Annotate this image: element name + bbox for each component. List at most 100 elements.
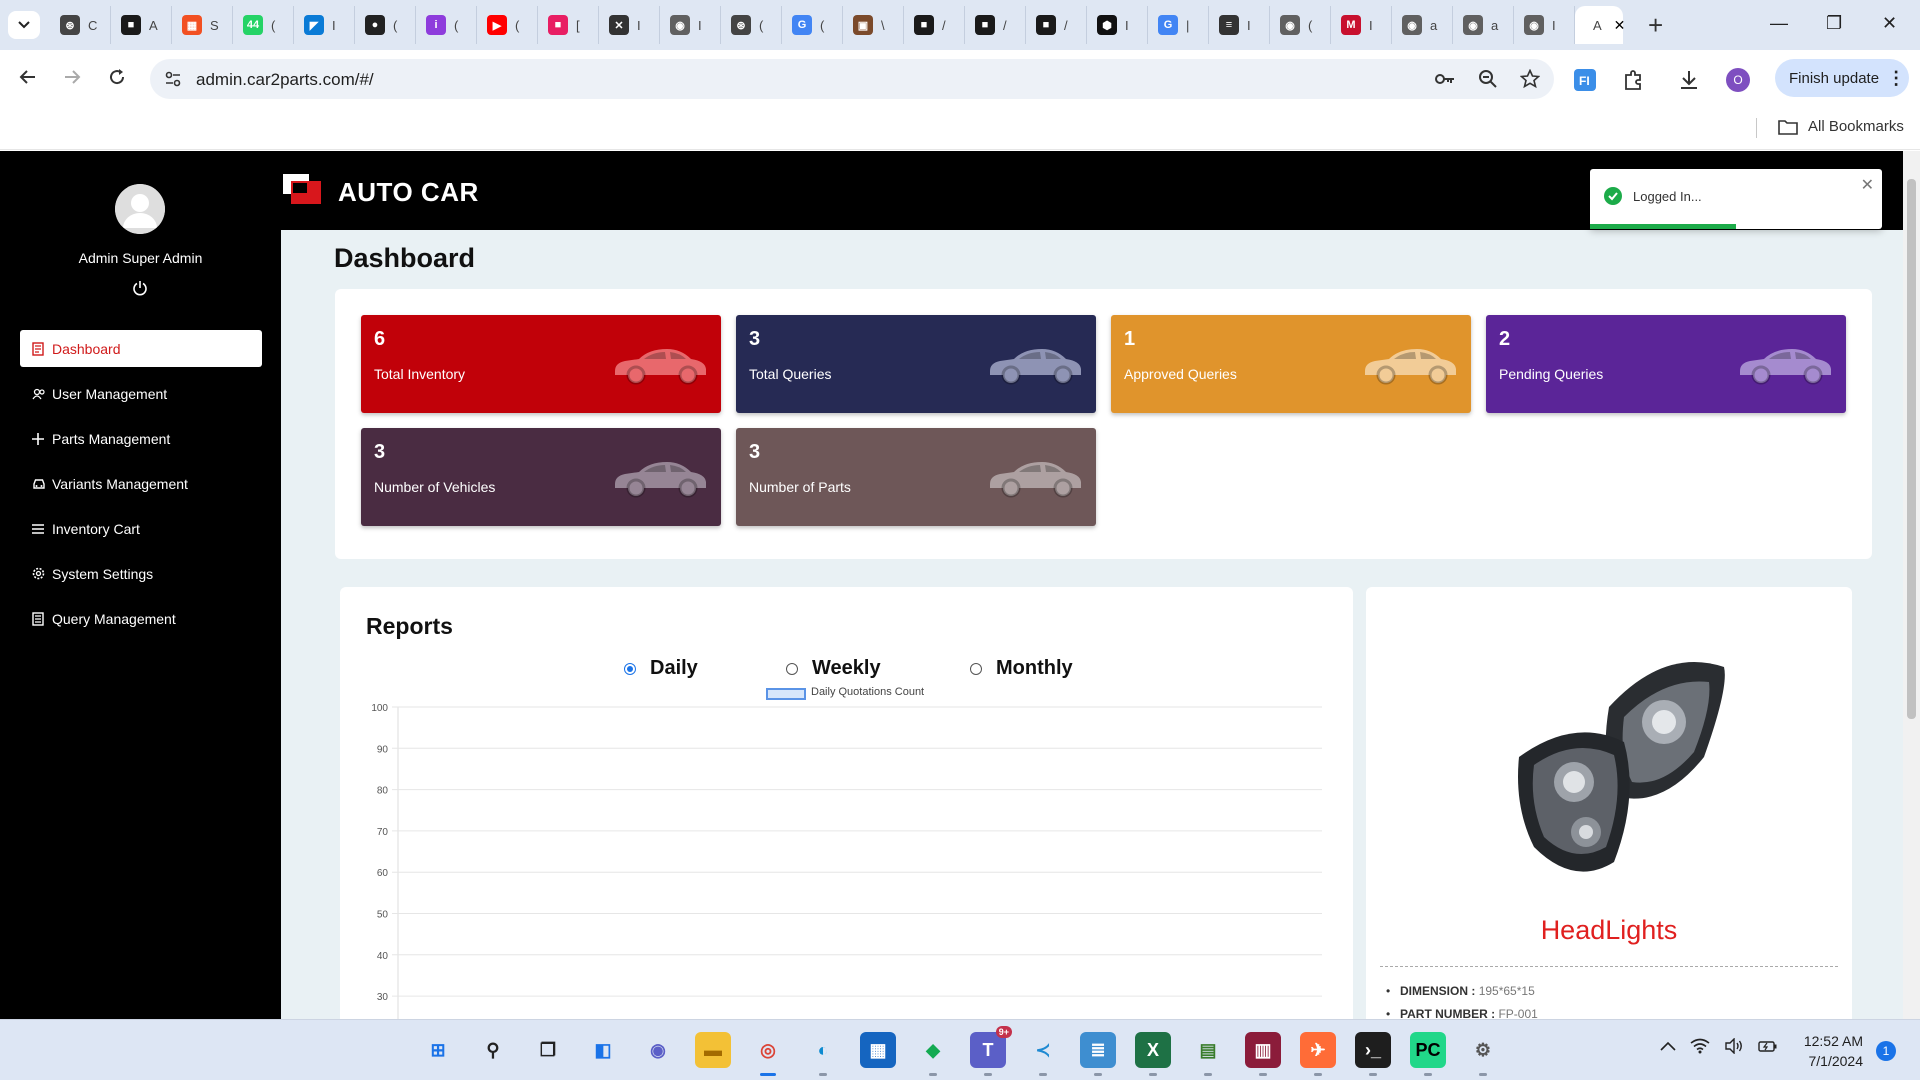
browser-tab[interactable]: G( bbox=[782, 6, 843, 44]
browser-tab[interactable]: ▶( bbox=[477, 6, 538, 44]
finish-update-button[interactable]: Finish update ⋮ bbox=[1775, 59, 1909, 97]
browser-tab[interactable]: ≡ I bbox=[1209, 6, 1270, 44]
stat-card-number-of-vehicles[interactable]: 3 Number of Vehicles bbox=[361, 428, 721, 526]
all-bookmarks-button[interactable]: All Bookmarks bbox=[1778, 118, 1904, 135]
new-tab-button[interactable]: + bbox=[1648, 12, 1663, 38]
omnibox[interactable]: admin.car2parts.com/#/ bbox=[150, 59, 1554, 99]
file-manager-icon[interactable]: ▤ bbox=[1190, 1032, 1226, 1076]
file-explorer-icon[interactable]: ▬ bbox=[695, 1032, 731, 1068]
app-glyph: ▦ bbox=[869, 1039, 887, 1060]
stat-card-total-queries[interactable]: 3 Total Queries bbox=[736, 315, 1096, 413]
stat-value: 3 bbox=[374, 441, 386, 463]
sidebar-item-query-management[interactable]: Query Management bbox=[20, 600, 262, 637]
browser-tab[interactable]: ⊛( bbox=[721, 6, 782, 44]
sidebar-item-system-settings[interactable]: System Settings bbox=[20, 555, 262, 592]
store-icon[interactable]: ▦ bbox=[860, 1032, 896, 1068]
browser-tab[interactable]: ■ / bbox=[1026, 6, 1087, 44]
notification-badge[interactable]: 1 bbox=[1876, 1041, 1896, 1061]
browser-tab[interactable]: ◉ I bbox=[1514, 6, 1575, 44]
volume-icon[interactable] bbox=[1724, 1038, 1744, 1054]
restore-button[interactable]: ❐ bbox=[1826, 13, 1842, 34]
task-view-icon[interactable]: ❐ bbox=[530, 1032, 566, 1068]
browser-tab[interactable]: ✕ I bbox=[599, 6, 660, 44]
sidebar-item-parts-management[interactable]: Parts Management bbox=[20, 420, 262, 457]
sidebar-item-dashboard[interactable]: Dashboard bbox=[20, 330, 262, 367]
browser-tab[interactable]: 44 ( bbox=[233, 6, 294, 44]
logo-icon bbox=[281, 173, 323, 205]
excel-icon[interactable]: X bbox=[1135, 1032, 1171, 1076]
whatsapp-favicon: 44 bbox=[243, 15, 263, 35]
browser-tab[interactable]: ▦ S bbox=[172, 6, 233, 44]
sidebar-item-user-management[interactable]: User Management bbox=[20, 375, 262, 412]
browser-tab[interactable]: ▣ \ bbox=[843, 6, 904, 44]
browser-tab[interactable]: G | bbox=[1148, 6, 1209, 44]
browser-tab[interactable]: ■ A bbox=[111, 6, 172, 44]
chevron-up-icon[interactable] bbox=[1660, 1041, 1676, 1051]
zoom-icon[interactable] bbox=[1478, 69, 1498, 89]
downloads-icon[interactable] bbox=[1678, 69, 1700, 91]
sidebar-item-inventory-cart[interactable]: Inventory Cart bbox=[20, 510, 262, 547]
browser-tab[interactable]: ◉ I bbox=[660, 6, 721, 44]
clock[interactable]: 12:52 AM 7/1/2024 bbox=[1797, 1031, 1863, 1071]
browser-tab[interactable]: ◉ a bbox=[1392, 6, 1453, 44]
mongodb-icon[interactable]: ◆ bbox=[915, 1032, 951, 1076]
extensions-puzzle-icon[interactable] bbox=[1622, 69, 1644, 91]
sidebar-item-variants-management[interactable]: Variants Management bbox=[20, 465, 262, 502]
browser-tab[interactable]: ■[ bbox=[538, 6, 599, 44]
stat-card-approved-queries[interactable]: 1 Approved Queries bbox=[1111, 315, 1471, 413]
browser-tab[interactable]: ■ / bbox=[904, 6, 965, 44]
browser-tab[interactable]: ■ / bbox=[965, 6, 1026, 44]
stat-card-number-of-parts[interactable]: 3 Number of Parts bbox=[736, 428, 1096, 526]
battery-icon[interactable] bbox=[1758, 1038, 1778, 1054]
stat-card-total-inventory[interactable]: 6 Total Inventory bbox=[361, 315, 721, 413]
winrar-icon[interactable]: ▥ bbox=[1245, 1032, 1281, 1076]
browser-tab[interactable]: ◉( bbox=[1270, 6, 1331, 44]
more-options-icon[interactable]: ⋮ bbox=[1887, 68, 1905, 89]
browser-tab[interactable]: ⬢ I bbox=[1087, 6, 1148, 44]
terminal-icon[interactable]: ›_ bbox=[1355, 1032, 1391, 1076]
scrollbar-thumb[interactable] bbox=[1907, 179, 1916, 719]
wifi-icon[interactable] bbox=[1690, 1038, 1710, 1054]
close-window-button[interactable]: ✕ bbox=[1882, 13, 1897, 34]
y-tick-label: 80 bbox=[377, 786, 389, 797]
reload-icon[interactable] bbox=[107, 67, 127, 87]
page-scrollbar[interactable] bbox=[1903, 151, 1920, 1019]
chrome-icon[interactable]: ◎ bbox=[750, 1032, 786, 1076]
password-key-icon[interactable] bbox=[1434, 69, 1456, 89]
browser-tab[interactable]: ◉ a bbox=[1453, 6, 1514, 44]
windows-start-icon[interactable]: ⊞ bbox=[420, 1032, 456, 1068]
tab-close-icon[interactable]: ✕ bbox=[1614, 17, 1626, 34]
search-icon[interactable]: ⚲ bbox=[475, 1032, 511, 1068]
tab-search-button[interactable] bbox=[8, 11, 40, 39]
toast-notification: Logged In... ✕ bbox=[1590, 169, 1882, 229]
app-glyph: ▬ bbox=[704, 1039, 722, 1060]
browser-tab[interactable]: i( bbox=[416, 6, 477, 44]
notepad-icon[interactable]: ≣ bbox=[1080, 1032, 1116, 1076]
widgets-icon[interactable]: ◧ bbox=[585, 1032, 621, 1068]
toast-close-icon[interactable]: ✕ bbox=[1861, 175, 1874, 195]
stat-card-pending-queries[interactable]: 2 Pending Queries bbox=[1486, 315, 1846, 413]
avatar[interactable] bbox=[115, 184, 165, 234]
browser-tab[interactable]: MI bbox=[1331, 6, 1392, 44]
back-icon[interactable] bbox=[18, 67, 38, 87]
active-browser-tab[interactable]: A ✕ bbox=[1575, 6, 1626, 44]
url-text[interactable]: admin.car2parts.com/#/ bbox=[196, 70, 374, 90]
minimize-button[interactable]: — bbox=[1770, 13, 1788, 34]
profile-avatar[interactable]: O bbox=[1726, 68, 1750, 92]
vscode-icon[interactable]: ≺ bbox=[1025, 1032, 1061, 1076]
teams-icon[interactable]: T 9+ bbox=[970, 1026, 1012, 1076]
site-settings-icon[interactable] bbox=[164, 70, 182, 88]
postman-icon[interactable]: ✈ bbox=[1300, 1032, 1336, 1076]
settings-icon[interactable]: ⚙ bbox=[1465, 1032, 1501, 1076]
pycharm-icon[interactable]: PC bbox=[1410, 1032, 1446, 1076]
browser-tab[interactable]: ⊛ C bbox=[50, 6, 111, 44]
bookmark-star-icon[interactable] bbox=[1520, 69, 1540, 89]
chat-icon[interactable]: ◉ bbox=[640, 1032, 676, 1068]
browser-tab[interactable]: ◤ I bbox=[294, 6, 355, 44]
car-icon bbox=[1736, 345, 1834, 385]
power-icon[interactable] bbox=[132, 280, 148, 296]
browser-tab[interactable]: ●( bbox=[355, 6, 416, 44]
extension-fi-icon[interactable]: FI bbox=[1574, 69, 1596, 91]
edge-icon[interactable]: ◐ bbox=[805, 1032, 841, 1076]
forward-icon[interactable] bbox=[62, 67, 82, 87]
